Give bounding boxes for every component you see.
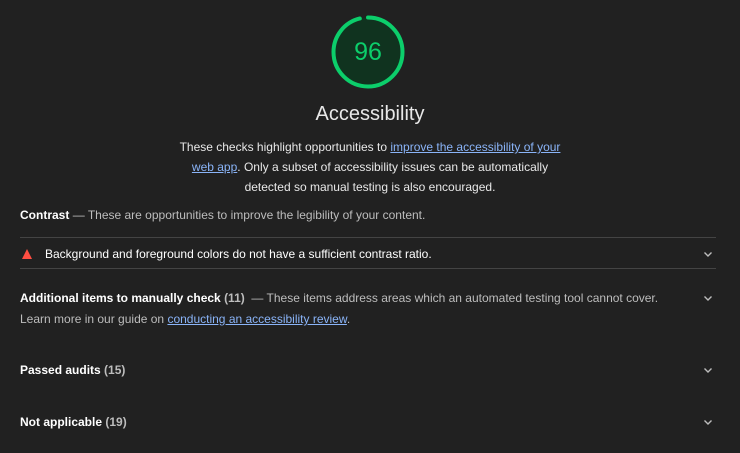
score-value: 96 <box>354 37 382 66</box>
contrast-group-separator: — <box>72 208 85 222</box>
accessibility-review-link[interactable]: conducting an accessibility review <box>167 312 346 326</box>
chevron-down-icon[interactable] <box>702 416 714 428</box>
contrast-group-description: These are opportunities to improve the l… <box>87 208 426 222</box>
category-description-text-end: . Only a subset of accessibility issues … <box>237 160 549 194</box>
chevron-down-icon[interactable] <box>702 292 714 304</box>
learn-more-end: . <box>346 312 351 326</box>
manual-check-section[interactable]: Additional items to manually check (11) … <box>20 288 716 330</box>
chevron-down-icon[interactable] <box>702 364 714 376</box>
not-applicable-section[interactable]: Not applicable (19) <box>20 412 716 433</box>
divider <box>20 237 716 238</box>
audit-color-contrast[interactable]: Background and foreground colors do not … <box>20 240 716 268</box>
contrast-group-header: Contrast — These are opportunities to im… <box>20 206 720 224</box>
passed-audits-count: (15) <box>104 363 126 377</box>
chevron-down-icon[interactable] <box>702 248 714 260</box>
category-description: These checks highlight opportunities to … <box>170 137 570 197</box>
audit-title: Background and foreground colors do not … <box>45 247 432 261</box>
not-applicable-count: (19) <box>105 415 127 429</box>
divider <box>20 268 716 269</box>
manual-check-separator: — <box>251 291 264 305</box>
fail-triangle-icon <box>22 249 32 259</box>
score-gauge: 96 <box>331 15 405 89</box>
manual-check-description: These items address areas which an autom… <box>266 291 659 305</box>
learn-more-text: Learn more in our guide on <box>20 312 168 326</box>
category-description-text: These checks highlight opportunities to <box>179 140 391 154</box>
manual-check-count: (11) <box>224 291 245 305</box>
contrast-group-title: Contrast <box>20 208 70 222</box>
passed-audits-title: Passed audits <box>20 363 101 377</box>
manual-check-title: Additional items to manually check <box>20 291 221 305</box>
category-title: Accessibility <box>315 103 425 125</box>
not-applicable-title: Not applicable <box>20 415 103 429</box>
passed-audits-section[interactable]: Passed audits (15) <box>20 360 716 381</box>
